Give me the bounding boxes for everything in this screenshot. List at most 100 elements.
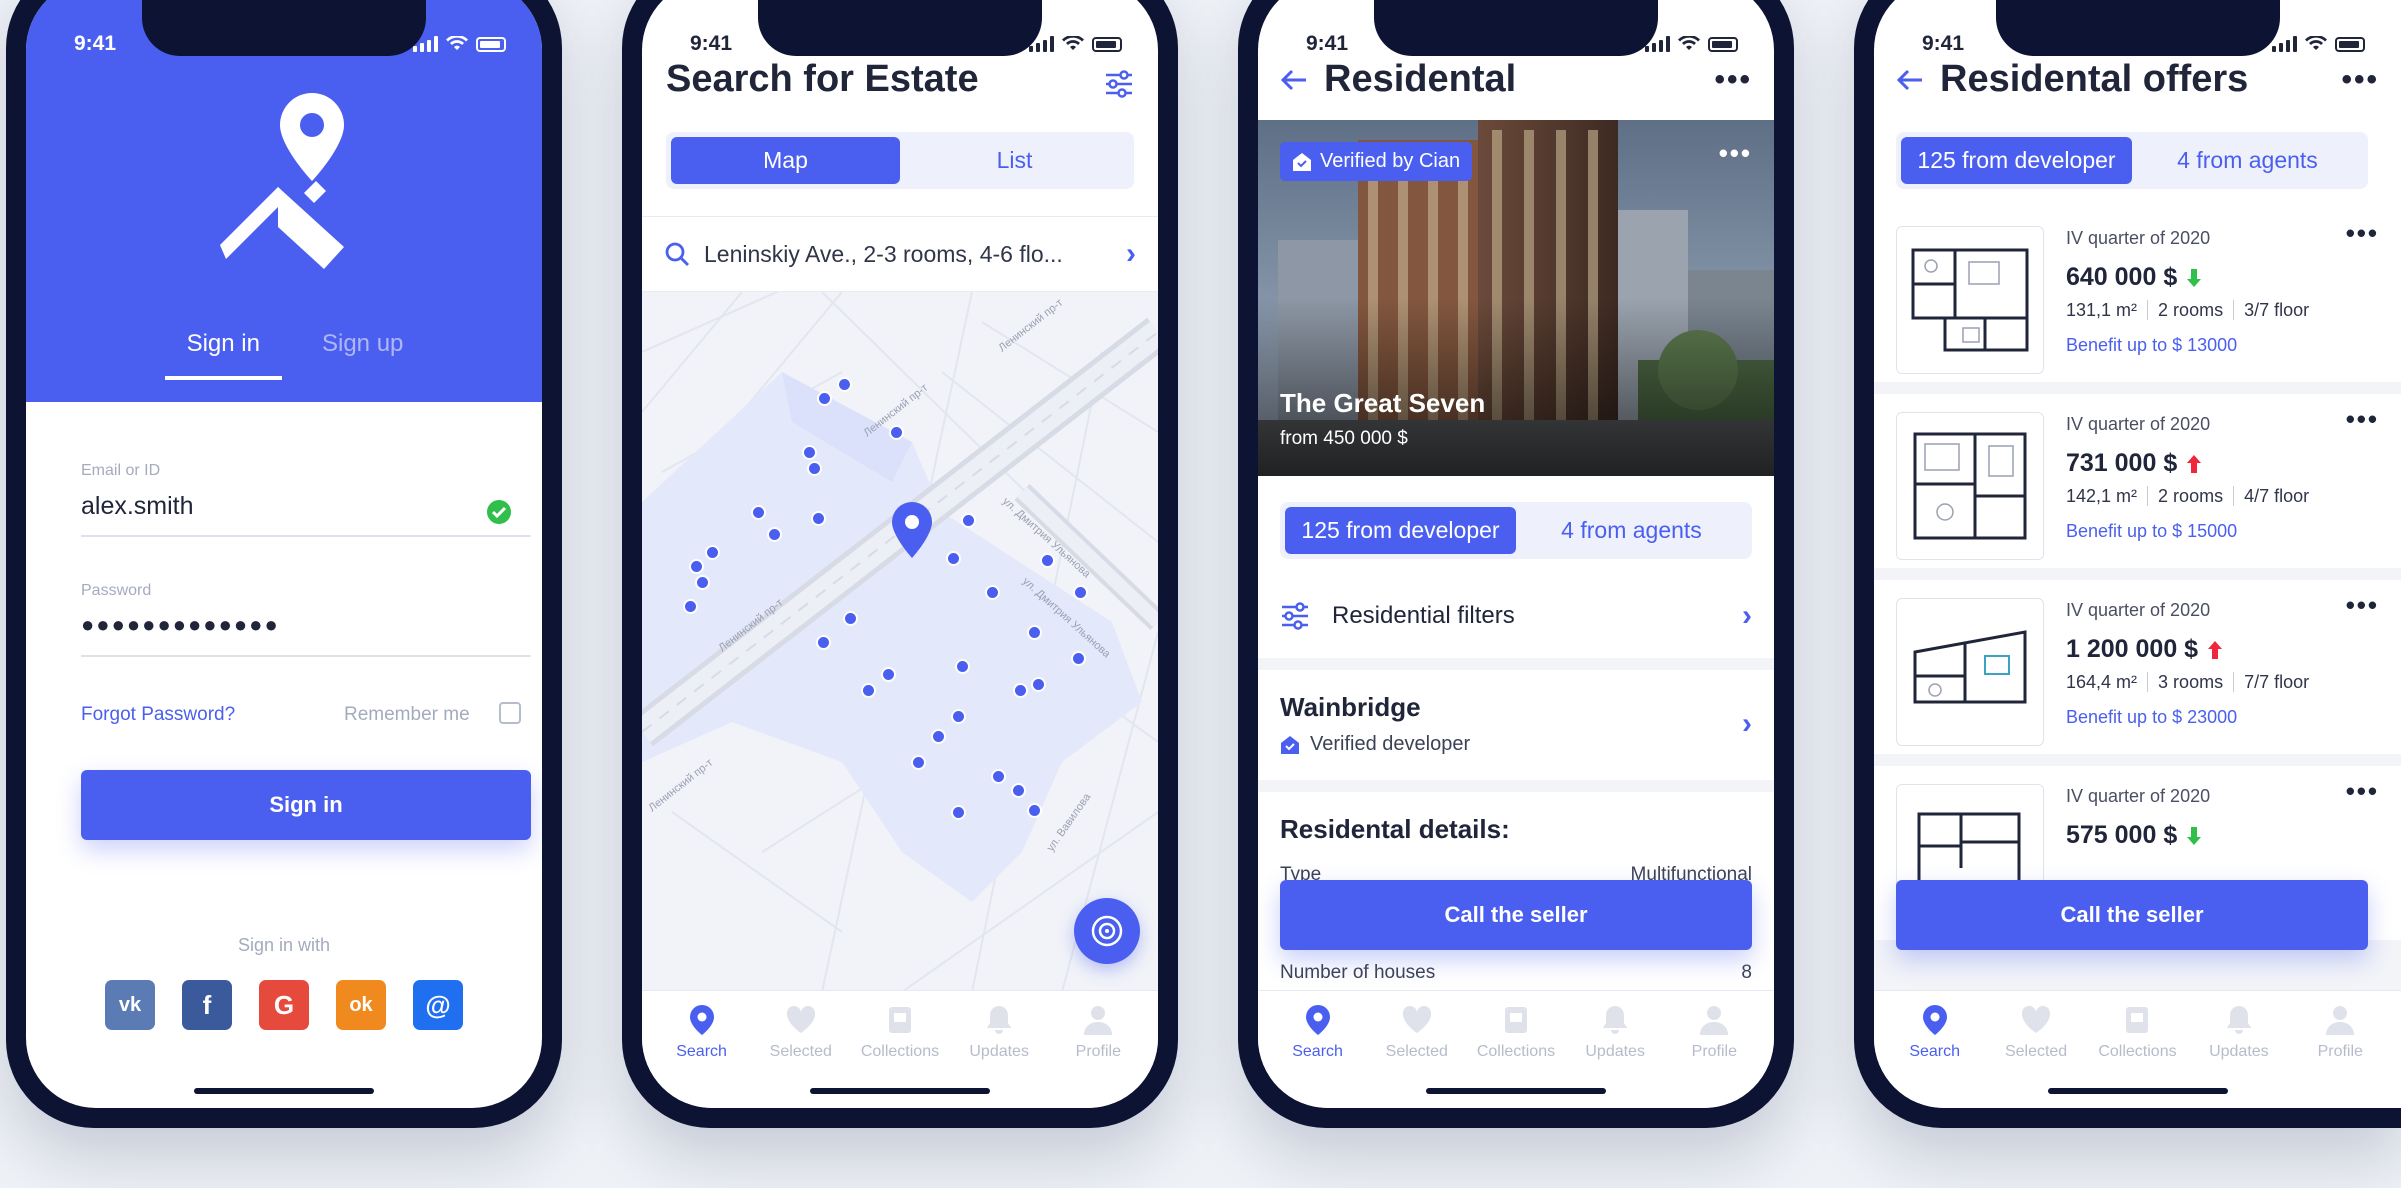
email-label: Email or ID [81,462,161,479]
map-marker-dot[interactable] [881,667,896,682]
offer-source-switch: 125 from developer 4 from agents [1280,502,1752,559]
map-marker-dot[interactable] [695,575,710,590]
map-marker-dot[interactable] [951,709,966,724]
map-marker-dot[interactable] [931,729,946,744]
offer-rooms: 2 rooms [2158,486,2224,506]
more-icon[interactable]: ••• [2341,63,2379,97]
map-marker-dot[interactable] [961,513,976,528]
tab-search[interactable]: Search [654,991,750,1108]
divider [1258,658,1774,670]
map-marker-dot[interactable] [911,755,926,770]
tab-signin[interactable]: Sign in [164,330,282,380]
map-marker-dot[interactable] [683,599,698,614]
filter-icon[interactable] [1104,70,1134,98]
map-marker-dot[interactable] [889,425,904,440]
map-marker-dot[interactable] [767,527,782,542]
map-marker-dot[interactable] [1027,625,1042,640]
photo-more-icon[interactable]: ••• [1719,138,1752,169]
map-marker-dot[interactable] [843,611,858,626]
map-marker-dot[interactable] [955,659,970,674]
map-marker-dot[interactable] [985,585,1000,600]
email-field[interactable]: alex.smith [81,492,194,521]
street-label: Ленинский пр-т [996,297,1065,355]
tab-profile[interactable]: Profile [2292,991,2388,1108]
remember-me-checkbox[interactable] [499,702,521,724]
more-icon[interactable]: ••• [1714,63,1752,97]
mail-button[interactable]: @ [413,980,463,1030]
search-bar[interactable]: Leninskiy Ave., 2-3 rooms, 4-6 flo... › [642,216,1158,292]
map-marker-dot[interactable] [946,551,961,566]
tab-from-agents[interactable]: 4 from agents [2132,137,2363,184]
map-marker-dot[interactable] [1031,677,1046,692]
offer-card[interactable]: IV quarter of 2020 ••• 1 200 000 $ 164,4… [1874,580,2401,754]
developer-name: Wainbridge [1280,692,1421,722]
forgot-password-link[interactable]: Forgot Password? [81,704,235,726]
auth-tabs: Sign in Sign up [26,330,542,380]
map-marker-dot[interactable] [1071,651,1086,666]
phone-signin: 9:41 Sign in Sign up Email or ID alex.sm… [6,0,562,1128]
tab-signup[interactable]: Sign up [322,330,403,380]
map-marker-dot[interactable] [802,445,817,460]
offer-card[interactable]: IV quarter of 2020 ••• 731 000 $ 142,1 m… [1874,394,2401,568]
street-label: ул. Вавилова [1045,791,1094,854]
tab-search[interactable]: Search [1887,991,1983,1108]
tab-from-developer[interactable]: 125 from developer [1285,507,1516,554]
tab-from-agents[interactable]: 4 from agents [1516,507,1747,554]
floor-plan-image [1896,226,2044,374]
map-marker-dot[interactable] [861,683,876,698]
tab-label: Selected [769,1043,832,1060]
offer-source-switch: 125 from developer 4 from agents [1896,132,2368,189]
call-seller-button[interactable]: Call the seller [1280,880,1752,950]
map-marker-dot[interactable] [1011,783,1026,798]
signin-button[interactable]: Sign in [81,770,531,840]
offer-more-icon[interactable]: ••• [2346,776,2379,807]
tab-profile[interactable]: Profile [1050,991,1146,1108]
tab-search[interactable]: Search [1270,991,1366,1108]
tab-list[interactable]: List [900,137,1129,184]
odnoklassniki-button[interactable]: ok [336,980,386,1030]
verified-home-icon [1293,152,1311,171]
offer-more-icon[interactable]: ••• [2346,404,2379,435]
map-pin-icon [1922,1005,1947,1035]
map-marker-dot[interactable] [837,377,852,392]
vk-button[interactable]: vk [105,980,155,1030]
map-marker-dot[interactable] [1073,585,1088,600]
floor-plan-image [1896,412,2044,560]
call-seller-button[interactable]: Call the seller [1896,880,2368,950]
tab-profile[interactable]: Profile [1666,991,1762,1108]
map-marker-dot[interactable] [991,769,1006,784]
back-arrow-icon[interactable] [1896,68,1924,92]
map-marker-dot[interactable] [1027,803,1042,818]
map-marker-dot[interactable] [1013,683,1028,698]
residential-filters-row[interactable]: Residential filters › [1258,580,1774,652]
facebook-button[interactable]: f [182,980,232,1030]
password-field[interactable]: ●●●●●●●●●●●●● [81,612,280,638]
locate-button[interactable] [1074,898,1140,964]
developer-row[interactable]: Wainbridge Verified developer › [1258,682,1774,766]
offer-card[interactable]: IV quarter of 2020 ••• 640 000 $ 131,1 m… [1874,208,2401,382]
user-icon [1700,1006,1729,1035]
offer-floor: 3/7 floor [2244,300,2310,320]
notch [142,0,426,56]
page-title: Residental offers [1940,58,2249,100]
map-view[interactable]: Ленинский пр-т Ленинский пр-т Ленинский … [642,292,1158,992]
tab-label: Collections [860,1043,940,1060]
offer-more-icon[interactable]: ••• [2346,218,2379,249]
offer-more-icon[interactable]: ••• [2346,590,2379,621]
filter-icon [1282,602,1308,630]
map-marker-dot[interactable] [817,391,832,406]
map-marker-dot[interactable] [689,559,704,574]
tab-from-developer[interactable]: 125 from developer [1901,137,2132,184]
map-marker-dot[interactable] [951,805,966,820]
google-button[interactable]: G [259,980,309,1030]
map-marker-dot[interactable] [816,635,831,650]
map-marker-dot[interactable] [705,545,720,560]
back-arrow-icon[interactable] [1280,68,1308,92]
detail-label: Number of houses [1280,962,1436,983]
map-marker-dot[interactable] [807,461,822,476]
tab-map[interactable]: Map [671,137,900,184]
map-marker-dot[interactable] [1040,553,1055,568]
map-pin-icon[interactable] [890,500,934,560]
map-marker-dot[interactable] [811,511,826,526]
map-marker-dot[interactable] [751,505,766,520]
